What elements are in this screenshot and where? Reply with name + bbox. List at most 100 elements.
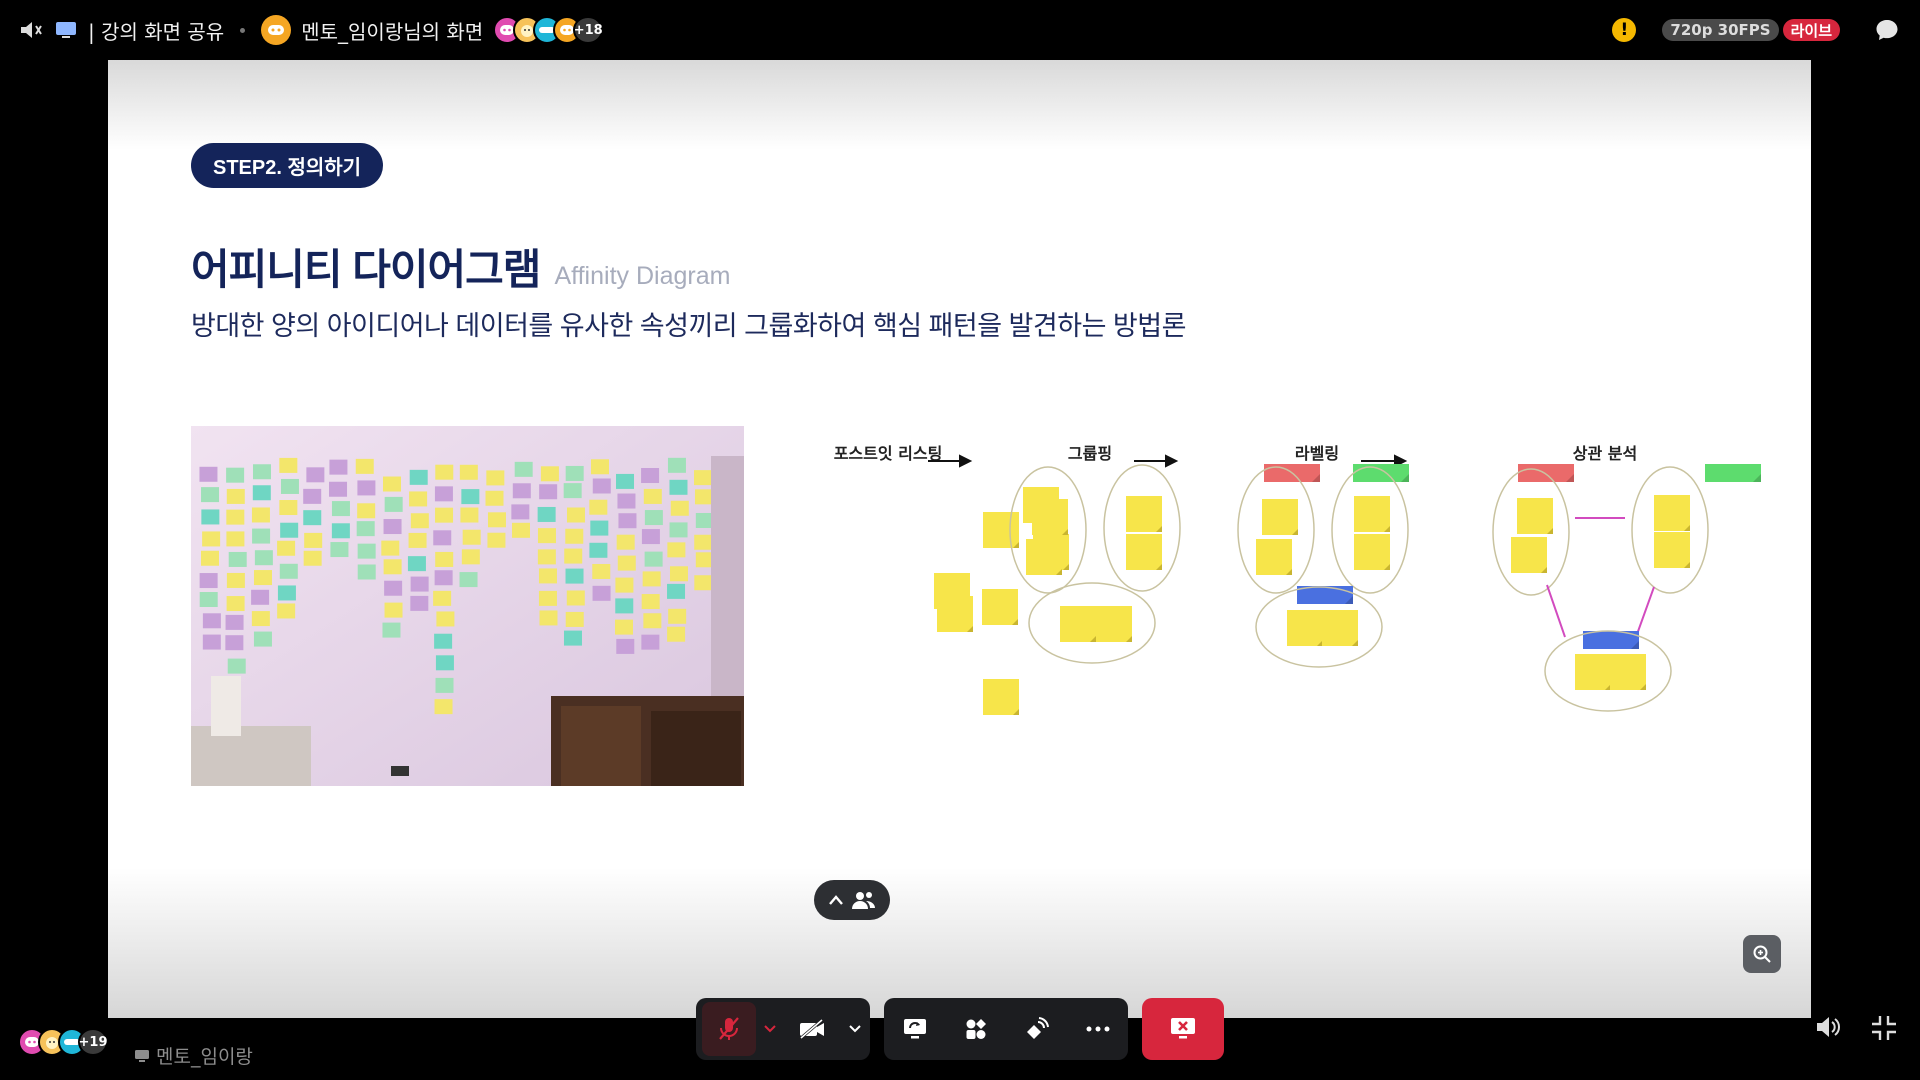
sticky-note [1517, 498, 1553, 534]
sticky-note [384, 580, 403, 596]
affinity-process-diagram: 포스트잇 리스팅 그룹핑 라벨링 상관 분석 [808, 440, 1768, 820]
chevron-down-icon [849, 1025, 861, 1033]
sticky-note [694, 470, 713, 486]
sticky-note [409, 491, 428, 507]
sticky-note [670, 500, 689, 516]
mic-options-button[interactable] [756, 998, 784, 1060]
participant-avatars[interactable]: +19 [18, 1028, 108, 1056]
sticky-note [408, 532, 427, 548]
more-options-button[interactable] [1070, 998, 1126, 1060]
sticky-note [435, 551, 454, 567]
activities-button[interactable] [948, 998, 1004, 1060]
sticky-note [435, 464, 454, 480]
sticky-note [641, 594, 660, 610]
sticky-note [641, 468, 660, 484]
sticky-note [303, 488, 322, 504]
group-label [1297, 586, 1353, 604]
sticky-note [277, 585, 296, 601]
streamer-avatar[interactable] [261, 15, 292, 45]
sticky-note [436, 611, 455, 627]
warning-icon[interactable]: ! [1612, 18, 1637, 42]
sticky-note [357, 564, 376, 580]
zoom-in-button[interactable] [1743, 935, 1781, 973]
share-screen-icon [903, 1019, 926, 1039]
relation-line [1546, 584, 1566, 638]
sticky-note [1026, 539, 1062, 575]
sticky-note [200, 550, 219, 566]
sticky-note [251, 507, 270, 523]
sticky-note [616, 473, 635, 489]
soundboard-button[interactable] [1009, 998, 1065, 1060]
people-icon [852, 892, 875, 909]
sticky-note [668, 608, 687, 624]
sticky-note [538, 568, 557, 584]
mute-microphone-button[interactable] [702, 1002, 756, 1056]
volume-icon[interactable] [1814, 1014, 1842, 1044]
share-screen-button[interactable] [887, 998, 943, 1060]
sticky-note [357, 480, 376, 496]
camera-off-icon [800, 1018, 824, 1040]
activity-controls [884, 998, 1128, 1060]
sticky-note [669, 522, 688, 538]
sticky-note [539, 484, 558, 500]
sticky-note [252, 485, 271, 501]
sticky-note [694, 489, 713, 505]
sticky-note [382, 622, 401, 638]
exit-fullscreen-icon[interactable] [1870, 1014, 1898, 1046]
sticky-note [228, 551, 247, 567]
sticky-note [435, 507, 454, 523]
sticky-note [202, 634, 221, 650]
sticky-note [615, 619, 634, 635]
sticky-note [331, 523, 350, 539]
sticky-note [537, 506, 556, 522]
relation-line [1635, 586, 1655, 638]
sticky-note [279, 500, 298, 516]
camera-options-button[interactable] [840, 998, 870, 1060]
sticky-note [617, 555, 636, 571]
chat-bubble-icon[interactable] [1874, 17, 1900, 43]
sticky-note [384, 496, 403, 512]
viewer-avatars[interactable]: +18 [493, 16, 604, 44]
step-badge: STEP2. 정의하기 [191, 143, 384, 188]
sticky-note [565, 611, 584, 627]
viewer-count-badge[interactable]: +18 [573, 16, 604, 44]
sticky-note [1354, 534, 1390, 570]
participants-toggle[interactable] [814, 880, 890, 920]
sticky-note [592, 563, 611, 579]
leave-call-button[interactable] [1142, 998, 1224, 1060]
sticky-note [279, 563, 298, 579]
sticky-note [538, 590, 557, 606]
participant-count-badge[interactable]: +19 [78, 1028, 108, 1056]
sticky-note [615, 598, 634, 614]
screen-share-icon [54, 19, 78, 41]
shared-screen[interactable]: STEP2. 정의하기 어피니티 다이어그램 Affinity Diagram … [108, 60, 1811, 1018]
sticky-note [253, 570, 272, 586]
quality-badge: 720p 30FPS [1662, 19, 1779, 41]
sticky-note [201, 487, 220, 503]
sticky-note [1654, 532, 1690, 568]
sticky-note [225, 614, 244, 630]
sticky-note [641, 634, 660, 650]
camera-toggle-button[interactable] [784, 998, 840, 1060]
sticky-note [669, 479, 688, 495]
sticky-note [459, 464, 478, 480]
sticky-note [667, 626, 686, 642]
sticky-note [460, 507, 479, 523]
bottom-shade [108, 868, 1811, 1018]
sticky-note [329, 459, 348, 475]
sticky-note [592, 478, 611, 494]
sticky-note [1060, 606, 1096, 642]
top-shade [108, 60, 1811, 150]
sticky-note [226, 531, 245, 547]
sticky-note [485, 490, 504, 506]
speaker-muted-icon[interactable] [18, 18, 44, 42]
slide-title: 어피니티 다이어그램 [191, 246, 541, 293]
sticky-note [226, 467, 245, 483]
sticky-note [589, 542, 608, 558]
sticky-note [382, 476, 401, 492]
sticky-note [383, 559, 402, 575]
sticky-note [357, 503, 376, 519]
sticky-note [617, 493, 636, 509]
sticky-note [435, 677, 454, 693]
sticky-note [306, 467, 325, 483]
